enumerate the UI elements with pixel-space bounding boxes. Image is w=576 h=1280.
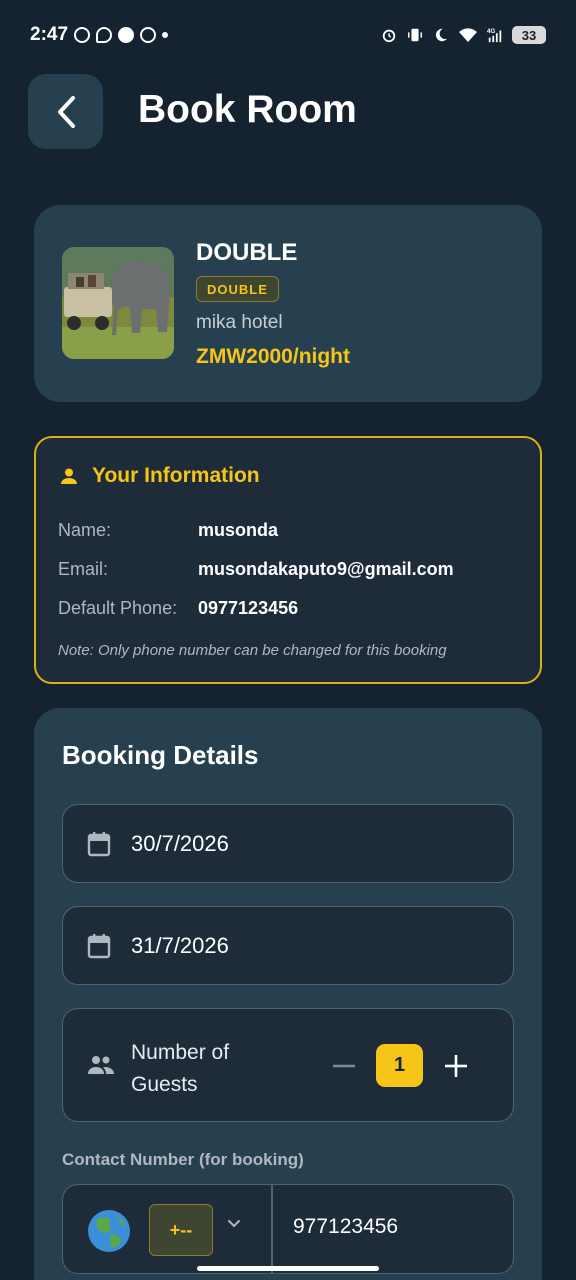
info-header: Your Information [60, 464, 260, 488]
chat-icon [96, 27, 113, 43]
contact-number-field: +-- [62, 1184, 514, 1274]
country-code-button[interactable]: +-- [149, 1204, 213, 1256]
wifi-icon [459, 28, 477, 42]
status-left: 2:47 [30, 24, 169, 46]
name-value: musonda [198, 520, 279, 540]
home-indicator[interactable] [197, 1266, 379, 1271]
chevron-down-icon[interactable] [227, 1219, 241, 1229]
phone-divider [271, 1185, 273, 1273]
increase-guests-button[interactable] [443, 1053, 469, 1079]
chevron-left-icon [57, 95, 75, 128]
svg-text:4G: 4G [487, 28, 495, 35]
moon-icon [435, 28, 448, 42]
page-title: Book Room [138, 88, 357, 131]
info-title: Your Information [92, 464, 260, 487]
check-in-date: 30/7/2026 [131, 831, 229, 856]
check-out-date: 31/7/2026 [131, 933, 229, 958]
email-label: Email: [58, 559, 109, 579]
globe-icon [88, 1210, 130, 1252]
default-phone-label: Default Phone: [58, 598, 178, 618]
dot-icon [162, 32, 169, 38]
booking-details-card: Booking Details 30/7/2026 31/7/2026 Numb… [34, 708, 542, 1280]
phone-number-input[interactable] [293, 1215, 493, 1239]
check-out-date-field[interactable]: 31/7/2026 [62, 906, 514, 985]
minus-icon [333, 1064, 355, 1068]
room-card: DOUBLE DOUBLE mika hotel ZMW2000/night [34, 205, 542, 402]
whatsapp-icon [140, 27, 157, 43]
facebook-icon [118, 27, 135, 43]
status-time: 2:47 [30, 24, 69, 45]
info-note: Note: Only phone number can be changed f… [58, 642, 447, 659]
room-thumbnail [62, 247, 174, 359]
battery-icon: 33 [512, 26, 546, 44]
decrease-guests-button[interactable] [331, 1055, 357, 1077]
whatsapp-icon [74, 27, 91, 43]
group-icon [88, 1056, 114, 1074]
guest-count: 1 [376, 1044, 423, 1087]
your-information-card: Your Information Name: musonda Email: mu… [34, 436, 542, 684]
status-bar: 2:47 4G 33 [0, 0, 576, 70]
room-name: DOUBLE [196, 239, 298, 266]
alarm-icon [382, 29, 396, 43]
status-right: 4G 33 [380, 26, 546, 44]
room-type-badge: DOUBLE [196, 276, 279, 302]
guests-field: Number of Guests 1 [62, 1008, 514, 1122]
default-phone-value: 0977123456 [198, 598, 299, 618]
name-label: Name: [58, 520, 112, 540]
back-button[interactable] [28, 74, 103, 149]
check-in-date-field[interactable]: 30/7/2026 [62, 804, 514, 883]
email-value: musondakaputo9@gmail.com [198, 559, 454, 579]
signal-4g-icon: 4G [487, 28, 502, 43]
room-price: ZMW2000/night [196, 345, 351, 368]
plus-icon [445, 1055, 467, 1077]
booking-title: Booking Details [62, 740, 259, 770]
hotel-name: mika hotel [196, 312, 283, 333]
calendar-icon [87, 934, 111, 959]
contact-number-label: Contact Number (for booking) [62, 1150, 304, 1169]
vibrate-icon [408, 28, 422, 42]
calendar-icon [87, 832, 111, 857]
person-icon [61, 468, 77, 484]
guests-label: Number of Guests [131, 1041, 230, 1096]
